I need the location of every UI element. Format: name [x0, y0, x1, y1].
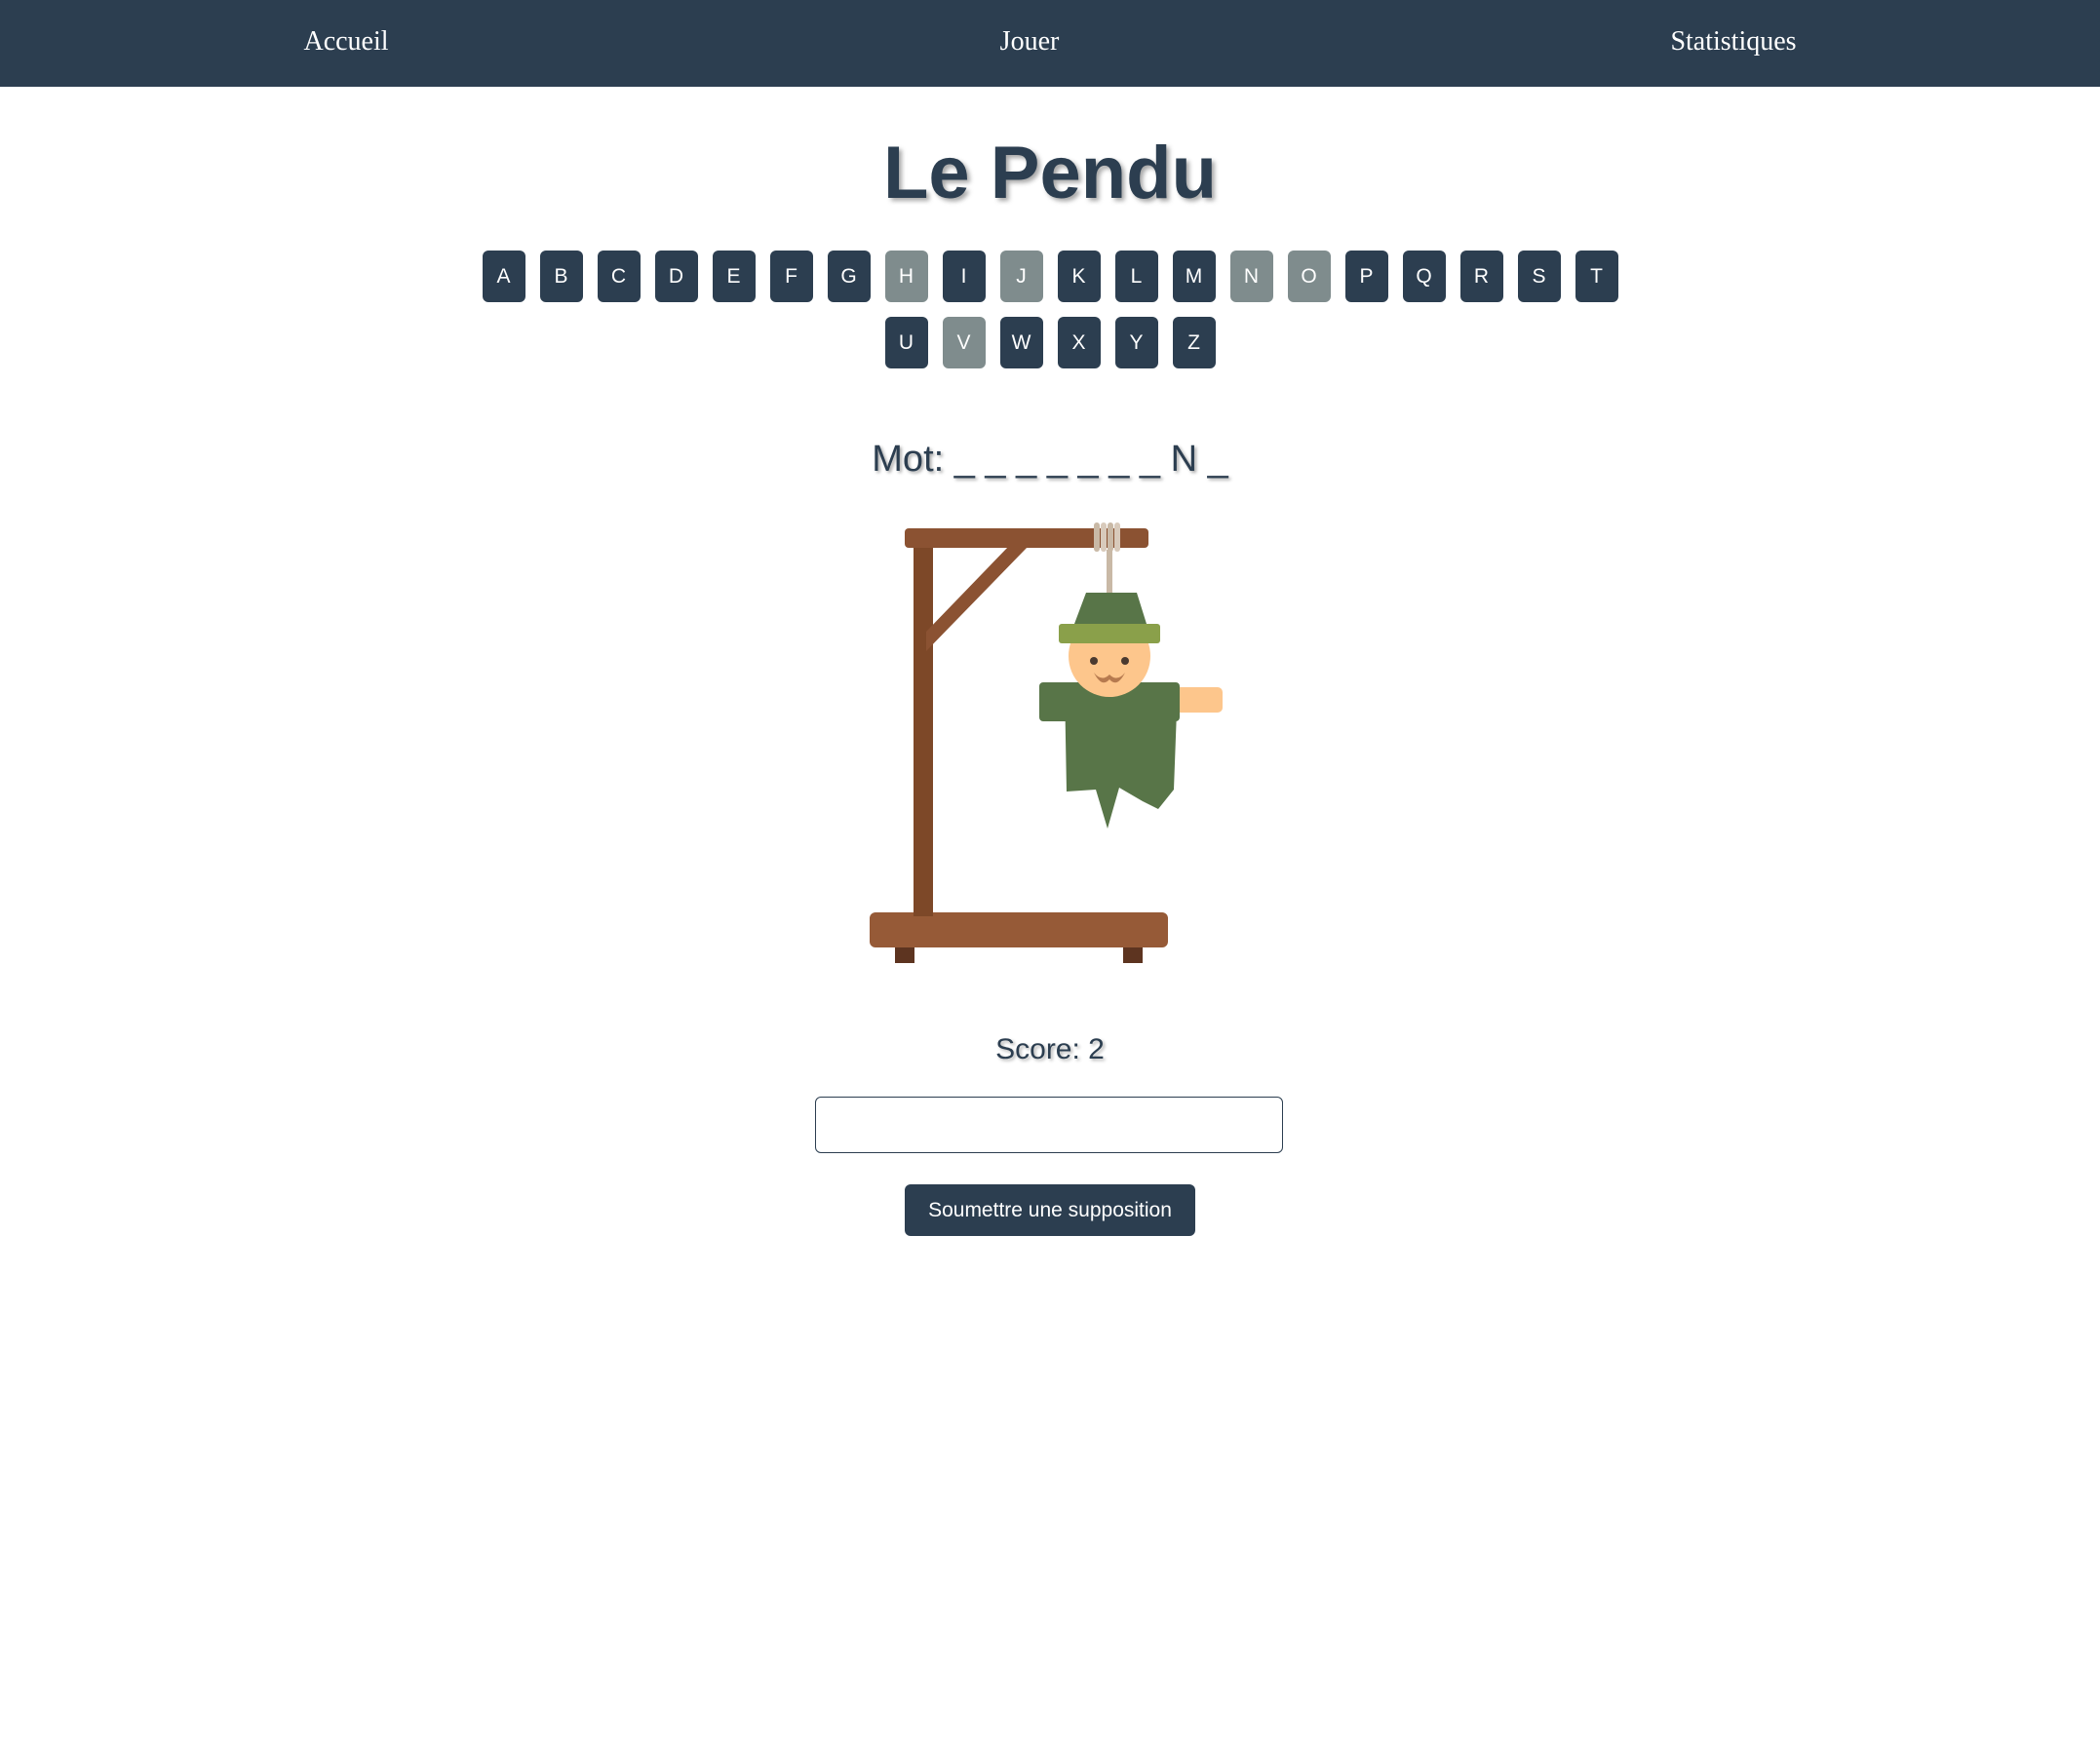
figure-eye-right	[1121, 657, 1129, 665]
letter-key-v[interactable]: V	[942, 317, 986, 368]
letter-key-z[interactable]: Z	[1172, 317, 1216, 368]
letter-key-h[interactable]: H	[884, 251, 928, 302]
letter-keyboard-row-2: UVWXYZ	[0, 317, 2100, 368]
guess-input[interactable]	[815, 1097, 1283, 1153]
letter-key-a[interactable]: A	[482, 251, 525, 302]
letter-key-b[interactable]: B	[539, 251, 583, 302]
score-display: Score: 2	[995, 1033, 1105, 1065]
letter-key-q[interactable]: Q	[1402, 251, 1446, 302]
word-display: Mot: _ _ _ _ _ _ _ N _	[872, 439, 1228, 480]
gallows-post	[914, 534, 933, 916]
gallows-base-leg-left	[895, 946, 914, 963]
hangman-illustration	[870, 522, 1223, 963]
rope-coil	[1114, 522, 1120, 552]
submit-guess-button[interactable]: Soumettre une supposition	[905, 1184, 1195, 1236]
letter-key-m[interactable]: M	[1172, 251, 1216, 302]
nav-link-statistiques[interactable]: Statistiques	[1670, 0, 1796, 87]
letter-key-o[interactable]: O	[1287, 251, 1331, 302]
gallows-base	[870, 912, 1168, 947]
figure-hat-band	[1059, 624, 1160, 643]
letter-key-g[interactable]: G	[827, 251, 871, 302]
letter-key-y[interactable]: Y	[1114, 317, 1158, 368]
figure-hat	[1074, 593, 1147, 624]
letter-key-c[interactable]: C	[597, 251, 641, 302]
gallows-base-leg-right	[1123, 946, 1143, 963]
letter-key-f[interactable]: F	[769, 251, 813, 302]
letter-key-e[interactable]: E	[712, 251, 756, 302]
letter-key-n[interactable]: N	[1229, 251, 1273, 302]
nav-link-jouer[interactable]: Jouer	[1000, 0, 1060, 87]
letter-key-r[interactable]: R	[1459, 251, 1503, 302]
letter-keyboard-row-1: ABCDEFGHIJKLMNOPQRST	[0, 251, 2100, 302]
top-navbar: Accueil Jouer Statistiques	[0, 0, 2100, 87]
gallows-brace	[926, 546, 1029, 651]
letter-key-i[interactable]: I	[942, 251, 986, 302]
letter-key-p[interactable]: P	[1344, 251, 1388, 302]
nav-link-accueil[interactable]: Accueil	[303, 0, 388, 87]
letter-key-d[interactable]: D	[654, 251, 698, 302]
letter-key-x[interactable]: X	[1057, 317, 1101, 368]
letter-key-u[interactable]: U	[884, 317, 928, 368]
letter-key-w[interactable]: W	[999, 317, 1043, 368]
letter-key-t[interactable]: T	[1575, 251, 1618, 302]
letter-key-l[interactable]: L	[1114, 251, 1158, 302]
figure-eye-left	[1090, 657, 1098, 665]
letter-key-s[interactable]: S	[1517, 251, 1561, 302]
rope-coil	[1108, 522, 1113, 552]
rope-coil	[1094, 522, 1100, 552]
rope	[1107, 550, 1112, 597]
page-title: Le Pendu	[882, 132, 1218, 214]
letter-key-k[interactable]: K	[1057, 251, 1101, 302]
letter-key-j[interactable]: J	[999, 251, 1043, 302]
rope-coil	[1101, 522, 1107, 552]
